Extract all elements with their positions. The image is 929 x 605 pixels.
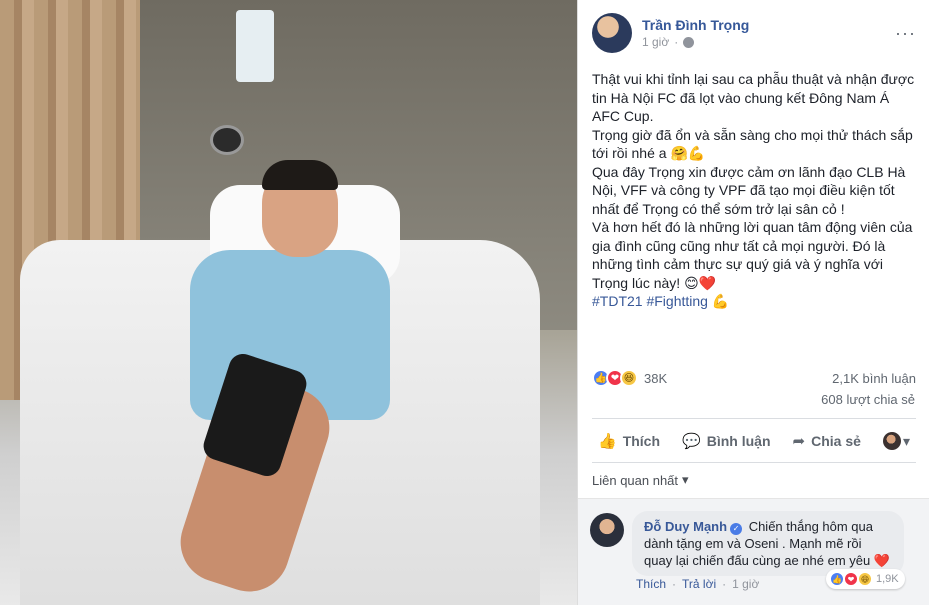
post-text: Thật vui khi tỉnh lại sau ca phẫu thuật … bbox=[592, 70, 918, 311]
share-button[interactable]: ➦ Chia sẻ bbox=[787, 428, 867, 454]
more-options-icon[interactable]: ··· bbox=[895, 23, 916, 44]
comment-reactions[interactable]: 👍 ❤ 😆 1,9K bbox=[826, 569, 905, 589]
commenter-avatar[interactable] bbox=[590, 513, 624, 547]
post-photo[interactable] bbox=[0, 0, 577, 605]
comment-item: Đỗ Duy Mạnh ✓ Chiến thắng hôm qua dành tặ… bbox=[578, 498, 929, 605]
comment-button[interactable]: 💬 Bình luận bbox=[676, 428, 776, 454]
share-label: Chia sẻ bbox=[811, 433, 861, 449]
sort-label: Liên quan nhất bbox=[592, 472, 679, 488]
post-paragraph: Trọng giờ đã ổn và sẵn sàng cho mọi thử … bbox=[592, 126, 913, 162]
post-paragraph: Và hơn hết đó là những lời quan tâm động… bbox=[592, 219, 913, 291]
chevron-down-icon: ▾ bbox=[902, 432, 910, 449]
comment-icon: 💬 bbox=[682, 433, 701, 450]
comment-bubble: Đỗ Duy Mạnh ✓ Chiến thắng hôm qua dành tặ… bbox=[632, 511, 904, 576]
user-avatar bbox=[882, 432, 901, 450]
post-sidebar: Trần Đình Trọng 1 giờ · ··· Thật vui khi… bbox=[577, 0, 929, 605]
thumbs-up-icon: 👍 bbox=[598, 433, 617, 450]
like-button[interactable]: 👍 Thích bbox=[592, 428, 666, 454]
reactions-row: 👍 ❤ 😆 38K 2,1K bình luận bbox=[592, 366, 916, 390]
photo-patient-hair bbox=[262, 160, 338, 190]
divider bbox=[592, 418, 916, 419]
react-as-selector[interactable]: ▾ bbox=[877, 428, 916, 454]
heart-emoji: ❤️ bbox=[873, 553, 891, 568]
post-actions: 👍 Thích 💬 Bình luận ➦ Chia sẻ ▾ bbox=[592, 424, 916, 458]
dot-separator: · bbox=[722, 577, 727, 591]
photo-wall-gauge bbox=[210, 125, 244, 155]
like-label: Thích bbox=[622, 433, 661, 449]
haha-reaction-icon: 😆 bbox=[858, 572, 872, 586]
author-name[interactable]: Trần Đình Trọng bbox=[642, 16, 895, 34]
post-time[interactable]: 1 giờ bbox=[642, 34, 669, 50]
love-reaction-icon: ❤ bbox=[844, 572, 858, 586]
verified-badge-icon: ✓ bbox=[730, 523, 743, 535]
author-avatar[interactable] bbox=[592, 13, 632, 53]
photo-iv-bag bbox=[236, 10, 274, 82]
haha-reaction-icon: 😆 bbox=[620, 369, 638, 387]
reaction-summary[interactable]: 👍 ❤ 😆 38K bbox=[592, 369, 667, 387]
post-hashtags-line: #TDT21 #Fightting 💪 bbox=[592, 292, 918, 311]
share-icon: ➦ bbox=[792, 433, 806, 450]
post-meta: 1 giờ · bbox=[642, 34, 895, 50]
dot-separator: · bbox=[672, 577, 677, 591]
dot-separator: · bbox=[674, 35, 679, 49]
post-paragraph: Qua đây Trọng xin được cảm ơn lãnh đạo C… bbox=[592, 163, 906, 217]
author-block: Trần Đình Trọng 1 giờ · bbox=[642, 16, 895, 50]
share-count[interactable]: 608 lượt chia sẻ bbox=[821, 392, 915, 407]
hashtag-links[interactable]: #TDT21 #Fightting bbox=[592, 293, 708, 309]
post-header: Trần Đình Trọng 1 giờ · ··· bbox=[592, 10, 916, 56]
like-reaction-icon: 👍 bbox=[830, 572, 844, 586]
comment-count[interactable]: 2,1K bình luận bbox=[832, 371, 916, 386]
photo-theater: Trần Đình Trọng 1 giờ · ··· Thật vui khi… bbox=[0, 0, 929, 605]
commenter-name[interactable]: Đỗ Duy Mạnh bbox=[644, 519, 727, 534]
reaction-icons: 👍 ❤ 😆 bbox=[592, 369, 638, 387]
flex-emoji: 💪 bbox=[711, 293, 730, 309]
divider bbox=[592, 462, 916, 463]
globe-icon bbox=[683, 36, 695, 48]
comment-like-link[interactable]: Thích bbox=[636, 577, 666, 591]
comment-reaction-count: 1,9K bbox=[876, 573, 899, 585]
chevron-down-icon: ▾ bbox=[682, 472, 689, 487]
comment-actions: Thích · Trả lời · 1 giờ bbox=[636, 577, 759, 591]
comment-sort-dropdown[interactable]: Liên quan nhất ▾ bbox=[592, 472, 689, 488]
comment-time[interactable]: 1 giờ bbox=[732, 577, 759, 591]
comment-label: Bình luận bbox=[706, 433, 771, 449]
reaction-count[interactable]: 38K bbox=[644, 371, 667, 386]
post-paragraph: Thật vui khi tỉnh lại sau ca phẫu thuật … bbox=[592, 71, 915, 124]
comment-reply-link[interactable]: Trả lời bbox=[682, 577, 716, 591]
